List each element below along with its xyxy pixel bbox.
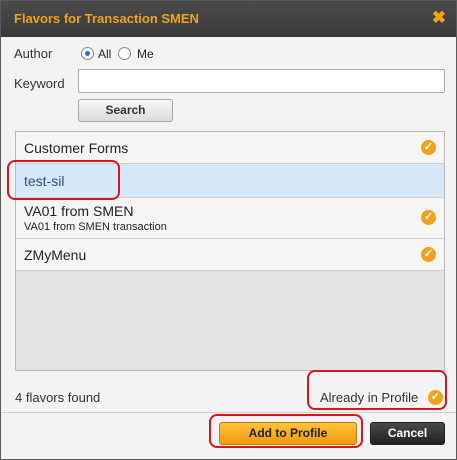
search-button[interactable]: Search — [78, 99, 173, 122]
author-me-radio[interactable] — [118, 47, 131, 60]
list-item-title: test-sil — [24, 173, 65, 189]
list-item-title: VA01 from SMEN — [24, 203, 134, 219]
dialog-titlebar: Flavors for Transaction SMEN ✖ — [1, 1, 456, 37]
list-item-title: ZMyMenu — [24, 247, 87, 263]
already-in-profile-legend: Already in Profile — [320, 390, 419, 405]
close-icon[interactable]: ✖ — [432, 8, 446, 28]
in-profile-check-icon: ✓ — [421, 140, 436, 155]
keyword-label: Keyword — [14, 76, 65, 91]
author-all-radio[interactable] — [81, 47, 94, 60]
add-to-profile-button[interactable]: Add to Profile — [219, 422, 357, 445]
list-item-zmymenu[interactable]: ZMyMenu ✓ — [16, 239, 444, 271]
in-profile-check-icon: ✓ — [421, 210, 436, 225]
dialog-title: Flavors for Transaction SMEN — [14, 11, 199, 26]
cancel-button[interactable]: Cancel — [370, 422, 445, 445]
list-item-subtitle: VA01 from SMEN transaction — [24, 221, 167, 233]
list-item-customer-forms[interactable]: Customer Forms ✓ — [16, 132, 444, 164]
flavor-count-text: 4 flavors found — [15, 390, 101, 405]
author-all-label[interactable]: All — [98, 47, 111, 61]
list-item-test-sil[interactable]: test-sil — [16, 164, 444, 198]
author-me-label[interactable]: Me — [137, 47, 154, 61]
footer-divider — [1, 412, 456, 413]
list-item-title: Customer Forms — [24, 140, 129, 156]
list-item-va01-from-smen[interactable]: VA01 from SMEN VA01 from SMEN transactio… — [16, 198, 444, 239]
author-label: Author — [14, 46, 53, 61]
in-profile-legend-check-icon: ✓ — [428, 390, 443, 405]
in-profile-check-icon: ✓ — [421, 247, 436, 262]
keyword-input[interactable] — [78, 69, 445, 93]
flavor-list[interactable]: Customer Forms ✓ test-sil VA01 from SMEN… — [15, 131, 445, 371]
flavors-dialog: Flavors for Transaction SMEN ✖ Author Al… — [0, 0, 457, 460]
